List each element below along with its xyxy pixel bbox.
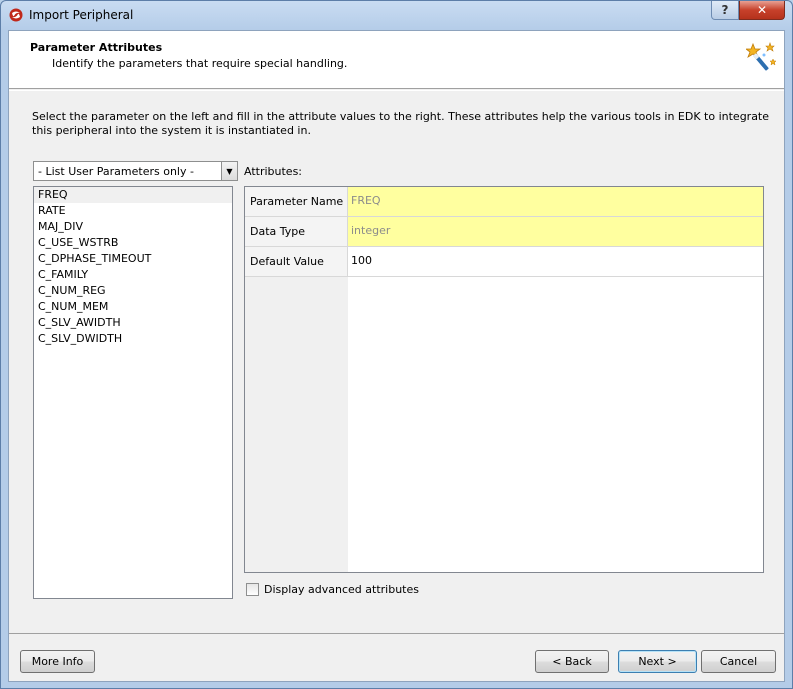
parameter-filter-value: - List User Parameters only - [38, 165, 194, 178]
instructions-text: Select the parameter on the left and fil… [32, 110, 770, 137]
attribute-key: Parameter Name [245, 187, 348, 217]
header-separator [9, 90, 784, 91]
chevron-down-icon[interactable]: ▼ [221, 162, 237, 180]
list-item[interactable]: RATE [34, 203, 232, 219]
page-title: Parameter Attributes [30, 41, 163, 54]
table-row: Default Value 100 [245, 247, 763, 277]
parameter-list[interactable]: FREQ RATE MAJ_DIV C_USE_WSTRB C_DPHASE_T… [33, 186, 233, 599]
table-row: Parameter Name FREQ [245, 187, 763, 217]
wand-icon [746, 42, 777, 71]
advanced-attributes-checkbox[interactable] [246, 583, 259, 596]
help-button[interactable]: ? [711, 1, 739, 20]
list-item[interactable]: FREQ [34, 187, 232, 203]
footer-separator [9, 633, 784, 634]
list-item[interactable]: C_DPHASE_TIMEOUT [34, 251, 232, 267]
list-item[interactable]: C_NUM_REG [34, 283, 232, 299]
list-item[interactable]: C_USE_WSTRB [34, 235, 232, 251]
table-row: Data Type integer [245, 217, 763, 247]
next-button[interactable]: Next > [618, 650, 697, 673]
wizard-header: Parameter Attributes Identify the parame… [9, 31, 784, 89]
app-icon [9, 8, 23, 22]
list-item[interactable]: MAJ_DIV [34, 219, 232, 235]
wizard-page: Parameter Attributes Identify the parame… [8, 30, 785, 682]
title-bar[interactable]: Import Peripheral ? ✕ [1, 1, 792, 29]
data-type-value: integer [348, 217, 763, 247]
import-peripheral-window: Import Peripheral ? ✕ Parameter Attribut… [0, 0, 793, 689]
parameter-filter-dropdown[interactable]: - List User Parameters only - ▼ [33, 161, 238, 181]
advanced-attributes-label[interactable]: Display advanced attributes [264, 583, 419, 596]
default-value-field[interactable]: 100 [348, 247, 763, 277]
attributes-table: Parameter Name FREQ Data Type integer De… [244, 186, 764, 573]
list-item[interactable]: C_FAMILY [34, 267, 232, 283]
list-item[interactable]: C_SLV_DWIDTH [34, 331, 232, 347]
attribute-key: Data Type [245, 217, 348, 247]
window-title: Import Peripheral [29, 8, 134, 22]
page-subtitle: Identify the parameters that require spe… [52, 57, 348, 70]
attribute-key: Default Value [245, 247, 348, 277]
list-item[interactable]: C_NUM_MEM [34, 299, 232, 315]
attributes-label: Attributes: [244, 165, 303, 178]
cancel-button[interactable]: Cancel [701, 650, 776, 673]
more-info-button[interactable]: More Info [20, 650, 95, 673]
close-button[interactable]: ✕ [739, 1, 785, 20]
parameter-name-value: FREQ [348, 187, 763, 217]
list-item[interactable]: C_SLV_AWIDTH [34, 315, 232, 331]
back-button[interactable]: < Back [535, 650, 609, 673]
